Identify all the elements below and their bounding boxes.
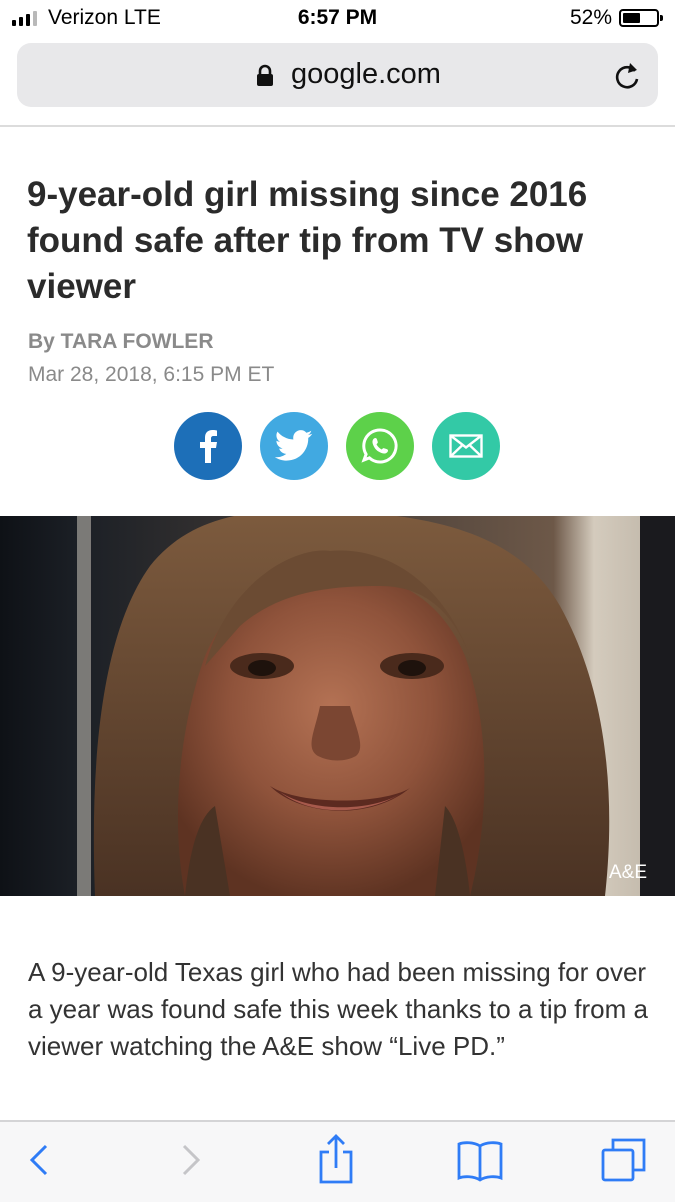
twitter-icon xyxy=(275,430,313,461)
share-icon[interactable] xyxy=(316,1132,356,1186)
whatsapp-icon xyxy=(361,428,398,464)
whatsapp-share-button[interactable] xyxy=(346,412,414,480)
browser-toolbar xyxy=(0,1120,675,1202)
tabs-icon[interactable] xyxy=(600,1136,648,1184)
forward-icon[interactable] xyxy=(178,1138,204,1182)
reload-icon[interactable] xyxy=(612,59,642,91)
url-text: google.com xyxy=(291,58,441,90)
article-paragraph: A 9-year-old Texas girl who had been mis… xyxy=(28,957,648,1061)
status-bar: Verizon LTE 6:57 PM 52% xyxy=(0,0,675,36)
facebook-icon xyxy=(200,430,217,463)
twitter-share-button[interactable] xyxy=(260,412,328,480)
article-date: Mar 28, 2018, 6:15 PM ET xyxy=(28,363,275,386)
divider xyxy=(0,125,675,127)
back-icon[interactable] xyxy=(26,1138,52,1182)
email-share-button[interactable] xyxy=(432,412,500,480)
article-photo: A&E xyxy=(0,516,675,896)
battery-icon xyxy=(619,9,663,27)
bookmarks-icon[interactable] xyxy=(456,1138,504,1182)
facebook-share-button[interactable] xyxy=(174,412,242,480)
email-icon xyxy=(449,434,483,458)
girl-portrait-image xyxy=(0,516,675,896)
battery-percent: 52% xyxy=(569,6,612,29)
address-bar[interactable]: google.com xyxy=(17,43,658,107)
share-buttons xyxy=(174,412,500,480)
lock-icon xyxy=(257,64,273,86)
photo-credit: A&E xyxy=(608,862,647,883)
article-headline: 9-year-old girl missing since 2016 found… xyxy=(27,175,588,306)
article-byline: By TARA FOWLER xyxy=(28,330,214,353)
